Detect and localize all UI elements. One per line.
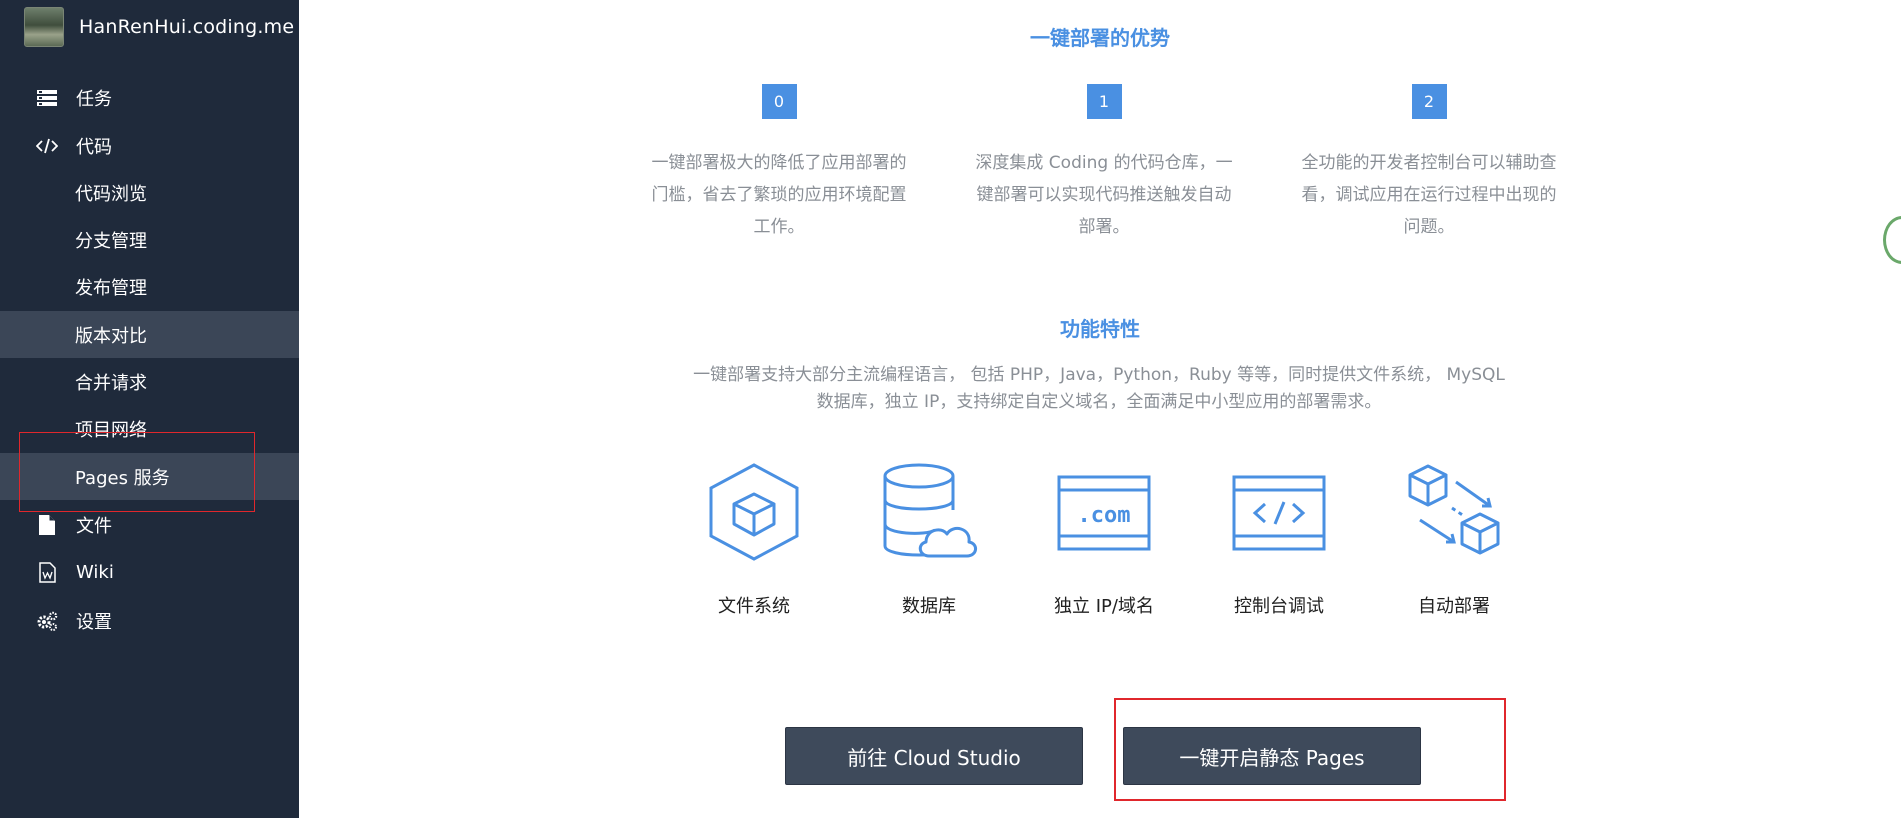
feature-label: 自动部署 — [1418, 596, 1490, 617]
project-name[interactable]: HanRenHui.coding.me — [79, 16, 294, 38]
sidebar-item-code[interactable]: 代码 — [0, 122, 299, 169]
advantage-text: 全功能的开发者控制台可以辅助查看，调试应用在运行过程中出现的问题。 — [1301, 153, 1557, 237]
enable-pages-button[interactable]: 一键开启静态 Pages — [1123, 727, 1421, 785]
feature-item: 文件系统 — [679, 460, 829, 618]
sidebar-item-label: Pages 服务 — [75, 467, 170, 489]
cloud-studio-button[interactable]: 前往 Cloud Studio — [785, 727, 1083, 785]
feature-item: 数据库 — [854, 460, 1004, 618]
advantages-title: 一键部署的优势 — [1030, 26, 1170, 50]
feature-label: 控制台调试 — [1234, 596, 1324, 617]
file-icon — [36, 514, 58, 536]
sidebar-item-releases[interactable]: 发布管理 — [0, 263, 299, 310]
sidebar: HanRenHui.coding.me 任务 代码 代码浏览 分支管理 发布管理… — [0, 0, 299, 818]
sidebar-item-label: 代码浏览 — [75, 183, 147, 205]
advantage-number-badge: 0 — [761, 84, 797, 119]
sidebar-item-label: Wiki — [76, 562, 114, 583]
sidebar-item-label: 项目网络 — [75, 419, 147, 441]
sidebar-item-wiki[interactable]: Wiki — [0, 549, 299, 596]
advantage-number-badge: 1 — [1086, 84, 1122, 119]
sidebar-item-code-browse[interactable]: 代码浏览 — [0, 169, 299, 216]
advantage-text: 深度集成 Coding 的代码仓库，一键部署可以实现代码推送触发自动部署。 — [975, 153, 1233, 237]
tasks-icon — [36, 87, 58, 109]
sidebar-item-label: 版本对比 — [75, 325, 147, 347]
advantage-item: 1 深度集成 Coding 的代码仓库，一键部署可以实现代码推送触发自动部署。 — [974, 84, 1234, 243]
sidebar-item-branches[interactable]: 分支管理 — [0, 216, 299, 263]
wiki-icon — [36, 562, 58, 584]
sidebar-item-files[interactable]: 文件 — [0, 501, 299, 548]
feature-item: 控制台调试 — [1204, 460, 1354, 618]
feature-label: 文件系统 — [718, 596, 790, 617]
feature-label: 数据库 — [902, 596, 956, 617]
advantage-item: 2 全功能的开发者控制台可以辅助查看，调试应用在运行过程中出现的问题。 — [1299, 84, 1559, 243]
main-content: 一键部署的优势 0 一键部署极大的降低了应用部署的门槛，省去了繁琐的应用环境配置… — [299, 0, 1901, 818]
database-cloud-icon — [883, 463, 977, 558]
advantage-number-badge: 2 — [1411, 84, 1447, 119]
code-icon — [36, 135, 58, 157]
code-window-icon — [1232, 475, 1326, 551]
sidebar-item-label: 分支管理 — [75, 230, 147, 252]
feature-item: .com 独立 IP/域名 — [1029, 460, 1179, 618]
svg-text:.com: .com — [1078, 503, 1131, 528]
advantage-item: 0 一键部署极大的降低了应用部署的门槛，省去了繁琐的应用环境配置工作。 — [649, 84, 909, 243]
sidebar-item-label: 发布管理 — [75, 277, 147, 299]
feature-item: 自动部署 — [1379, 460, 1529, 618]
sidebar-item-network[interactable]: 项目网络 — [0, 405, 299, 452]
project-avatar[interactable] — [24, 7, 64, 47]
features-title: 功能特性 — [1060, 317, 1140, 341]
sidebar-item-pages[interactable]: Pages 服务 — [0, 453, 299, 500]
project-header[interactable]: HanRenHui.coding.me — [24, 7, 294, 47]
sidebar-item-merge-requests[interactable]: 合并请求 — [0, 358, 299, 405]
hexagon-cube-icon — [709, 463, 799, 561]
auto-deploy-icon — [1408, 464, 1500, 555]
sidebar-item-label: 设置 — [76, 611, 112, 633]
dotcom-icon: .com — [1057, 475, 1151, 551]
sidebar-item-settings[interactable]: 设置 — [0, 597, 299, 644]
sidebar-item-tasks[interactable]: 任务 — [0, 74, 299, 121]
floating-widget[interactable] — [1883, 216, 1901, 264]
features-description: 一键部署支持大部分主流编程语言， 包括 PHP，Java，Python，Ruby… — [693, 365, 1505, 412]
sidebar-item-label: 任务 — [76, 88, 112, 110]
sidebar-item-label: 合并请求 — [75, 372, 147, 394]
sidebar-item-compare[interactable]: 版本对比 — [0, 311, 299, 358]
gears-icon — [36, 610, 58, 632]
advantage-text: 一键部署极大的降低了应用部署的门槛，省去了繁琐的应用环境配置工作。 — [651, 153, 907, 237]
sidebar-item-label: 文件 — [76, 515, 112, 537]
sidebar-item-label: 代码 — [76, 136, 112, 158]
feature-label: 独立 IP/域名 — [1054, 596, 1154, 617]
